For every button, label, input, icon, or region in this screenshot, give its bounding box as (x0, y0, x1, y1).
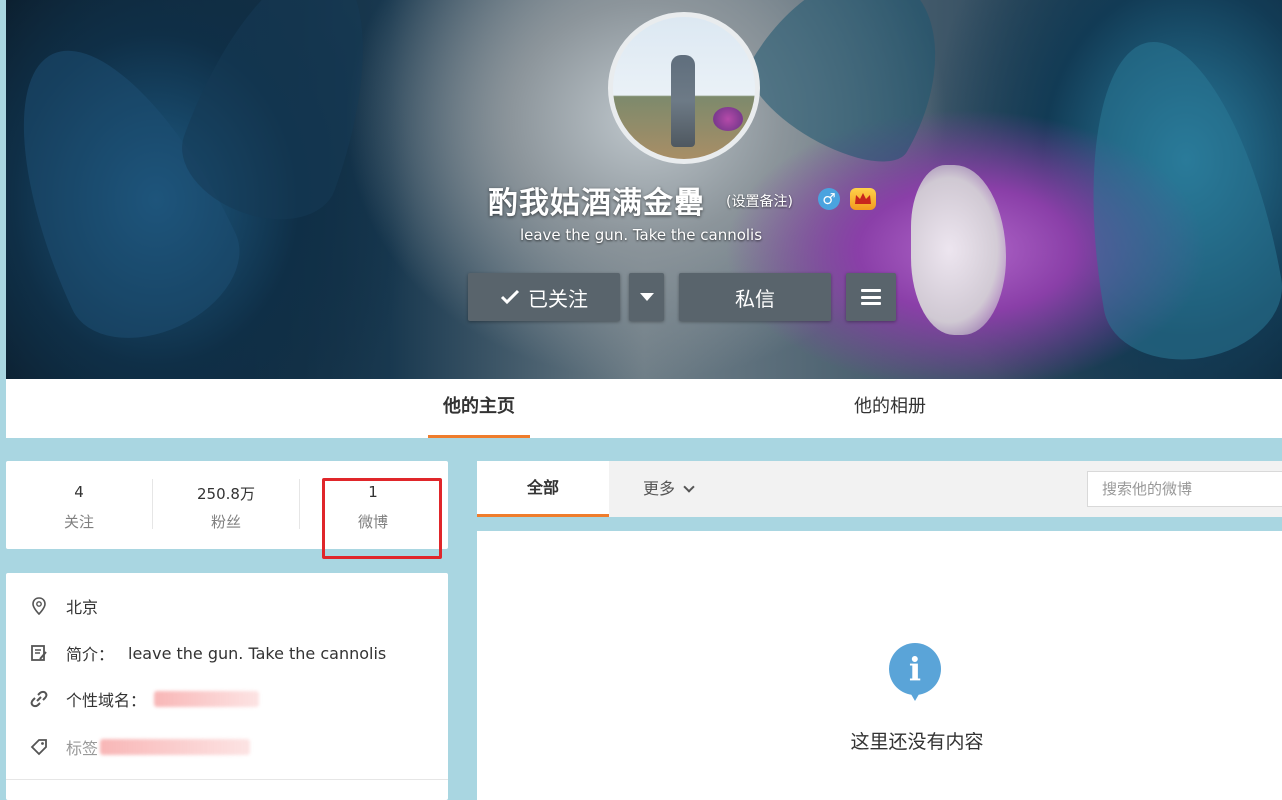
tab-album[interactable]: 他的相册 (834, 379, 946, 438)
search-input[interactable] (1087, 471, 1282, 507)
tab-more[interactable]: 更多 (643, 461, 695, 517)
tag-icon (28, 736, 50, 758)
profile-name: 酌我姑酒满金罍 (488, 186, 705, 221)
avatar-person (671, 55, 695, 147)
divider (6, 779, 448, 780)
redacted-tags (100, 739, 251, 755)
profile-tabbar: 他的主页 他的相册 (6, 379, 1282, 438)
stat-followers[interactable]: 250.8万 粉丝 (153, 461, 299, 549)
follow-dropdown-button[interactable] (629, 273, 664, 321)
info-location: 北京 (28, 593, 98, 619)
stat-value: 4 (74, 483, 84, 501)
followed-label: 已关注 (528, 286, 588, 311)
cover-feather (733, 0, 979, 183)
stat-value: 250.8万 (197, 485, 255, 503)
location-value: 北京 (66, 598, 99, 617)
message-label: 私信 (735, 286, 775, 311)
tab-all[interactable]: 全部 (477, 461, 609, 517)
intro-value: leave the gun. Take the cannolis (128, 643, 387, 663)
more-menu-button[interactable] (846, 273, 896, 321)
info-domain: 个性域名： (28, 686, 260, 712)
male-icon: ♂ (818, 188, 840, 210)
stat-following[interactable]: 4 关注 (6, 461, 152, 549)
menu-icon (861, 289, 881, 305)
link-icon (28, 688, 50, 710)
profile-bio: leave the gun. Take the cannolis (519, 226, 763, 244)
message-button[interactable]: 私信 (679, 273, 831, 321)
caret-down-icon (639, 293, 654, 301)
redacted-domain (154, 691, 260, 707)
avatar[interactable] (608, 12, 760, 164)
info-card: 北京 简介： leave the gun. Take the cannolis … (6, 573, 448, 800)
crown-icon (855, 193, 871, 204)
feed-content: i 这里还没有内容 (477, 531, 1282, 800)
highlight-annotation (322, 478, 442, 559)
stat-label: 关注 (63, 513, 94, 531)
domain-label: 个性域名： (66, 691, 147, 710)
info-icon: i (889, 643, 941, 701)
feed-filter-bar: 全部 更多 (477, 461, 1282, 517)
tab-more-label: 更多 (643, 479, 676, 498)
followed-button[interactable]: 已关注 (468, 273, 620, 321)
cover-teeth (911, 165, 1006, 335)
cover-feather (1059, 26, 1282, 374)
stat-label: 粉丝 (210, 513, 241, 531)
set-remark-link[interactable]: (设置备注) (726, 191, 793, 211)
intro-label: 简介： (66, 645, 115, 664)
location-pin-icon (28, 595, 50, 617)
vip-badge-icon[interactable] (850, 188, 876, 210)
info-tags: 标签 (28, 734, 251, 760)
info-intro: 简介： leave the gun. Take the cannolis (28, 640, 386, 666)
avatar-flowers (713, 107, 743, 131)
chevron-down-icon (683, 481, 695, 493)
edit-note-icon (28, 642, 50, 664)
empty-message: 这里还没有内容 (850, 731, 984, 753)
tab-home[interactable]: 他的主页 (428, 379, 530, 438)
tags-label: 标签 (66, 739, 99, 758)
check-icon (500, 289, 520, 305)
